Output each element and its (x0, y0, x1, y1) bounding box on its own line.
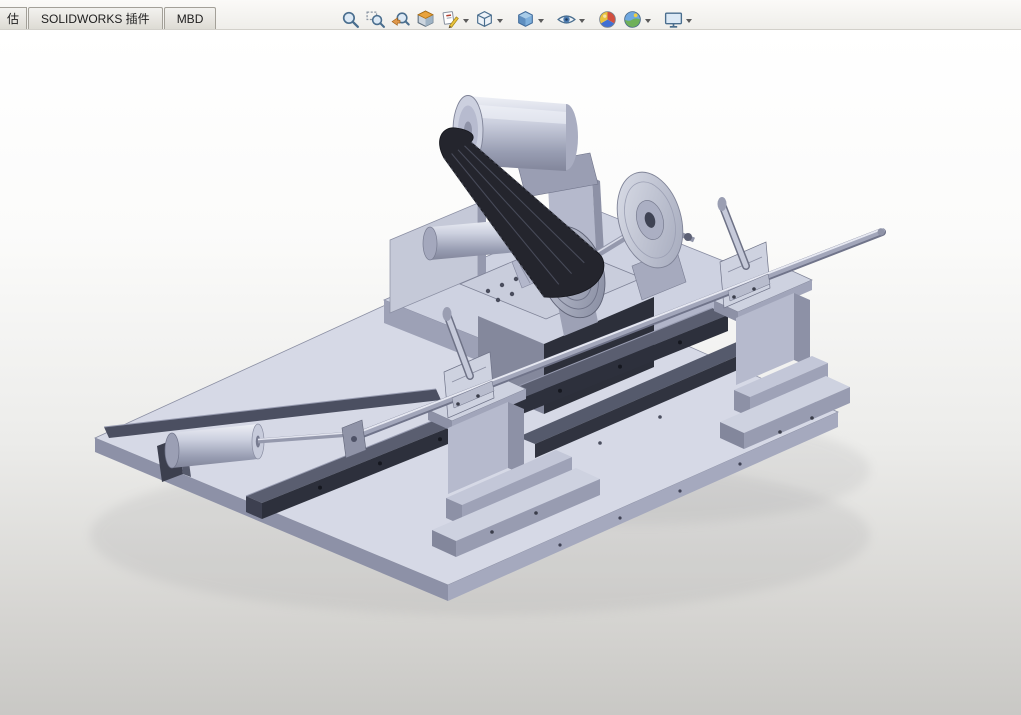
tab-evaluate[interactable]: 估 (0, 7, 27, 29)
tab-evaluate-label: 估 (6, 12, 19, 26)
tab-solidworks-addins[interactable]: SOLIDWORKS 插件 (28, 7, 163, 29)
view-orientation-icon (477, 10, 492, 27)
solidworks-window: 估 SOLIDWORKS 插件 MBD (0, 0, 1021, 715)
command-tabs: 估 SOLIDWORKS 插件 MBD (0, 6, 217, 29)
display-style-button[interactable] (513, 7, 538, 31)
zoom-to-area-icon (366, 11, 385, 28)
edit-appearance-button[interactable] (595, 7, 620, 31)
graphics-area[interactable] (0, 30, 1021, 715)
apply-scene-icon (624, 10, 641, 28)
apply-scene-button[interactable] (620, 7, 645, 31)
tab-mbd-label: MBD (176, 11, 204, 26)
zoom-to-area-button[interactable] (363, 7, 388, 31)
view-orientation-dropdown-arrow[interactable] (497, 18, 503, 23)
dynamic-annotation-views-icon (442, 10, 459, 28)
edit-appearance-icon (599, 10, 616, 28)
section-view-icon (417, 10, 434, 27)
hide-show-items-icon (557, 14, 576, 24)
headsup-view-toolbar (338, 7, 695, 31)
display-style-icon (518, 10, 533, 27)
zoom-to-fit-icon (342, 11, 360, 28)
hide-show-items-button[interactable] (554, 7, 579, 31)
hide-show-items-dropdown-arrow[interactable] (579, 18, 585, 23)
tab-solidworks-addins-label: SOLIDWORKS 插件 (41, 12, 150, 26)
model-canvas (90, 95, 886, 615)
view-orientation-button[interactable] (472, 7, 497, 31)
view-settings-dropdown-arrow[interactable] (686, 18, 692, 23)
dynamic-annotation-views-button[interactable] (438, 7, 463, 31)
view-settings-button[interactable] (661, 7, 686, 31)
tab-mbd[interactable]: MBD (163, 7, 217, 29)
display-style-dropdown-arrow[interactable] (538, 18, 544, 23)
previous-view-icon (391, 11, 410, 26)
section-view-button[interactable] (413, 7, 438, 31)
previous-view-button[interactable] (388, 7, 413, 31)
apply-scene-dropdown-arrow[interactable] (645, 18, 651, 23)
view-settings-icon (664, 12, 683, 28)
dynamic-annotation-views-dropdown-arrow[interactable] (463, 18, 469, 23)
zoom-to-fit-button[interactable] (338, 7, 363, 31)
